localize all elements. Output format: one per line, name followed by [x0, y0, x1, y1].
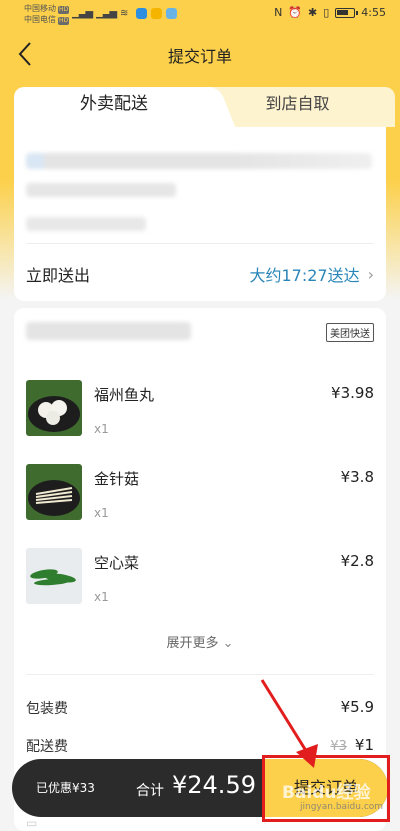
status-bar: 中国移动 HD 中国电信 HD ▁▃▅ ▁▃▅ ≋ N ⏰ ✱ ▯ 4:55	[0, 0, 400, 30]
delivery-time-selector[interactable]: 大约17:27送达 ›	[249, 262, 374, 286]
item-name: 金针菇	[94, 470, 140, 488]
bluetooth-icon: ✱	[308, 6, 318, 19]
delivery-service-badge: 美团快送	[326, 323, 374, 342]
wifi-icon: ≋	[120, 8, 128, 19]
discount-text: 已优惠¥33	[36, 781, 95, 795]
shop-name-blurred	[26, 322, 191, 340]
contact-blurred	[26, 217, 146, 231]
delivery-fee-label: 配送费	[26, 739, 68, 755]
coupon-row-peek: ▭	[26, 816, 38, 830]
signal-icon: ▁▃▅	[96, 8, 117, 19]
list-item: 空心菜 x1 ¥2.8	[14, 548, 386, 608]
total-label: 合计	[136, 783, 164, 799]
tab-delivery[interactable]: 外卖配送	[14, 87, 214, 131]
product-image-water-spinach	[26, 548, 82, 604]
chevron-down-icon: ⌄	[222, 636, 234, 651]
chevron-right-icon: ›	[367, 264, 374, 284]
list-item: 金针菇 x1 ¥3.8	[14, 464, 386, 524]
order-items-card: 美团快送 福州鱼丸 x1 ¥3.98 金针菇 x1 ¥3.8 空心菜 x1 ¥2…	[14, 308, 386, 831]
vibrate-icon: ▯	[323, 6, 330, 19]
delivery-fee-value: ¥3 ¥1	[330, 736, 374, 754]
send-now-label: 立即送出	[26, 266, 91, 285]
list-item: 福州鱼丸 x1 ¥3.98	[14, 380, 386, 440]
hd-badge: HD	[58, 17, 70, 25]
delivery-fee-discounted: ¥1	[354, 736, 374, 754]
carrier-2: 中国电信	[24, 15, 56, 24]
item-qty: x1	[94, 590, 109, 604]
page-title: 提交订单	[167, 47, 232, 66]
packing-fee-value: ¥5.9	[340, 698, 374, 716]
divider	[26, 243, 374, 244]
show-more-label: 展开更多	[166, 636, 219, 651]
battery-icon	[335, 7, 359, 18]
tab-delivery-label: 外卖配送	[80, 94, 148, 114]
total-amount: ¥24.59	[172, 771, 256, 799]
packing-fee-label: 包装费	[26, 701, 68, 717]
delivery-card: 到店自取 外卖配送 立即送出 大约17:27送达 ›	[14, 87, 395, 301]
app-notification-icon	[151, 8, 162, 19]
nfc-icon: N	[274, 6, 283, 19]
item-qty: x1	[94, 506, 109, 520]
carrier-info: 中国移动 HD 中国电信 HD	[24, 3, 70, 25]
item-price: ¥3.8	[340, 468, 374, 486]
show-more-button[interactable]: 展开更多 ⌄	[14, 632, 386, 651]
app-notification-icon	[136, 8, 147, 19]
alarm-icon: ⏰	[288, 6, 303, 19]
item-price: ¥2.8	[340, 552, 374, 570]
status-right: N ⏰ ✱ ▯ 4:55	[274, 6, 386, 19]
address-section: 立即送出 大约17:27送达 ›	[14, 127, 386, 301]
hd-badge: HD	[58, 6, 70, 14]
item-price: ¥3.98	[331, 384, 374, 402]
delivery-fee-original: ¥3	[330, 739, 347, 754]
address-blurred[interactable]	[26, 153, 372, 169]
item-name: 福州鱼丸	[94, 386, 155, 404]
annotation-arrow-icon	[260, 679, 318, 768]
navigation-bar: 提交订单	[0, 30, 400, 78]
app-notification-icon	[166, 8, 177, 19]
signal-icon: ▁▃▅	[72, 8, 93, 19]
carrier-1: 中国移动	[24, 4, 56, 13]
product-image-fish-balls	[26, 380, 82, 436]
product-image-enoki	[26, 464, 82, 520]
address-detail-blurred	[26, 183, 176, 197]
item-qty: x1	[94, 422, 109, 436]
item-name: 空心菜	[94, 554, 140, 572]
eta-text: 大约17:27送达	[249, 266, 360, 285]
clock: 4:55	[361, 6, 386, 19]
